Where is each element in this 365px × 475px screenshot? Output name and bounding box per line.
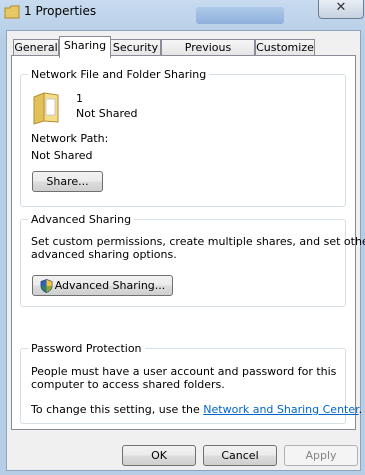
advanced-sharing-button-label: Advanced Sharing... <box>54 279 166 292</box>
cancel-button[interactable]: Cancel <box>203 445 277 466</box>
network-sharing-group: Network File and Folder Sharing 1 Not Sh… <box>20 68 346 207</box>
window-title: 1 Properties <box>24 4 97 18</box>
advanced-sharing-button[interactable]: Advanced Sharing... <box>32 275 173 296</box>
password-protection-title: Password Protection <box>28 342 145 355</box>
shared-folder-icon <box>33 92 59 125</box>
ok-button[interactable]: OK <box>122 445 196 466</box>
uac-shield-icon <box>40 279 53 293</box>
network-sharing-title: Network File and Folder Sharing <box>28 68 210 81</box>
folder-share-status: Not Shared <box>76 107 138 120</box>
password-protection-change-text: To change this setting, use the Network … <box>31 403 362 416</box>
network-path-label: Network Path: <box>31 132 109 145</box>
password-protection-group: Password Protection People must have a u… <box>20 342 362 424</box>
title-bar[interactable]: 1 Properties ✕ <box>0 0 365 28</box>
change-setting-prefix: To change this setting, use the <box>31 403 200 416</box>
advanced-sharing-title: Advanced Sharing <box>28 213 135 226</box>
dialog-client: General Sharing Security Previous Versio… <box>6 30 365 471</box>
change-setting-suffix: . <box>358 403 363 416</box>
advanced-sharing-description-1: Set custom permissions, create multiple … <box>31 235 365 248</box>
password-protection-line-2: computer to access shared folders. <box>31 378 225 391</box>
advanced-sharing-description-2: advanced sharing options. <box>31 248 177 261</box>
network-sharing-center-link[interactable]: Network and Sharing Center <box>203 403 358 416</box>
folder-icon <box>4 5 20 19</box>
network-path-value: Not Shared <box>31 149 93 162</box>
sharing-panel: Network File and Folder Sharing 1 Not Sh… <box>11 55 365 430</box>
close-button[interactable]: ✕ <box>318 0 364 19</box>
apply-button[interactable]: Apply <box>284 445 358 466</box>
password-protection-line-1: People must have a user account and pass… <box>31 365 337 378</box>
background-window-button <box>196 7 284 24</box>
share-button[interactable]: Share... <box>32 171 103 192</box>
advanced-sharing-group: Advanced Sharing Set custom permissions,… <box>20 213 365 307</box>
tab-sharing[interactable]: Sharing <box>59 36 111 58</box>
folder-name: 1 <box>76 92 83 105</box>
properties-window: 1 Properties ✕ General Sharing Security … <box>0 0 365 475</box>
